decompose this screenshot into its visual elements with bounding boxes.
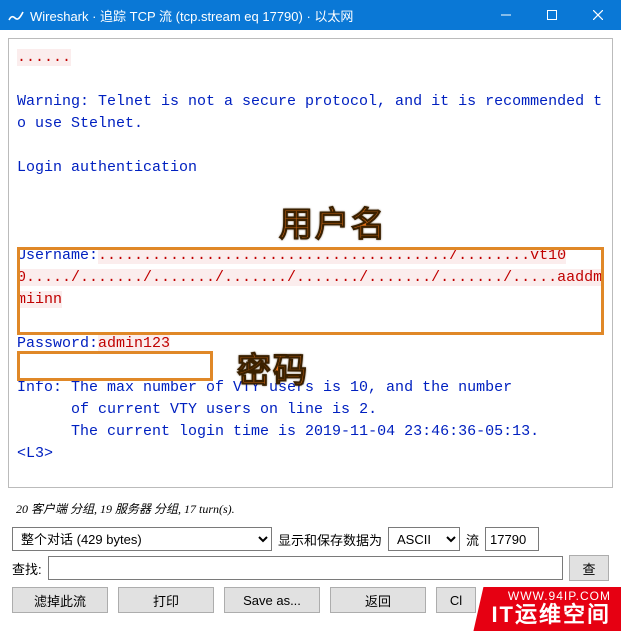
packet-stats: 20 客户端 分组, 19 服务器 分组, 17 turn(s). bbox=[12, 496, 609, 523]
filter-out-stream-button[interactable]: 滤掉此流 bbox=[12, 587, 108, 613]
wireshark-icon bbox=[8, 7, 24, 23]
row-conversation: 整个对话 (429 bytes) 显示和保存数据为 ASCII 流 bbox=[12, 527, 609, 551]
watermark-title: IT运维空间 bbox=[491, 603, 611, 627]
encoding-select[interactable]: ASCII bbox=[388, 527, 460, 551]
window-buttons bbox=[483, 0, 621, 30]
maximize-button[interactable] bbox=[529, 0, 575, 30]
info-line3: The current login time is 2019-11-04 23:… bbox=[17, 423, 539, 440]
close-button[interactable] bbox=[575, 0, 621, 30]
username-label: Username: bbox=[17, 247, 98, 264]
display-save-label: 显示和保存数据为 bbox=[278, 530, 382, 549]
save-as-button[interactable]: Save as... bbox=[224, 587, 320, 613]
password-label: Password: bbox=[17, 335, 98, 352]
row-find: 查找: 查 bbox=[12, 555, 609, 581]
stream-dots: ...... bbox=[17, 49, 71, 66]
conversation-select[interactable]: 整个对话 (429 bytes) bbox=[12, 527, 272, 551]
print-button[interactable]: 打印 bbox=[118, 587, 214, 613]
annotation-label-username: 用户名 bbox=[279, 197, 387, 246]
find-button[interactable]: 查 bbox=[569, 555, 609, 581]
username-dots: ......................................./… bbox=[98, 247, 530, 264]
stream-login-auth: Login authentication bbox=[17, 159, 197, 176]
window-title: Wireshark · 追踪 TCP 流 (tcp.stream eq 1779… bbox=[30, 6, 483, 25]
find-input[interactable] bbox=[48, 556, 563, 580]
title-bar: Wireshark · 追踪 TCP 流 (tcp.stream eq 1779… bbox=[0, 0, 621, 30]
prompt: <L3> bbox=[17, 445, 53, 462]
stream-warning: Warning: Telnet is not a secure protocol… bbox=[17, 93, 602, 132]
find-label: 查找: bbox=[12, 559, 42, 578]
watermark: WWW.94IP.COM IT运维空间 bbox=[473, 587, 621, 631]
back-button[interactable]: 返回 bbox=[330, 587, 426, 613]
stream-number-input[interactable] bbox=[485, 527, 539, 551]
stream-content-panel: ...... Warning: Telnet is not a secure p… bbox=[8, 38, 613, 488]
watermark-url: WWW.94IP.COM bbox=[491, 589, 611, 603]
annotation-label-password: 密码 bbox=[237, 343, 309, 392]
info-line2: of current VTY users on line is 2. bbox=[17, 401, 377, 418]
username-dots2: ...../......./......./......./......./..… bbox=[26, 269, 557, 286]
close-dialog-button[interactable]: Cl bbox=[436, 587, 476, 613]
tcp-stream-text[interactable]: ...... Warning: Telnet is not a secure p… bbox=[17, 47, 604, 465]
password-value: admin123 bbox=[98, 335, 170, 352]
stream-label: 流 bbox=[466, 530, 479, 549]
minimize-button[interactable] bbox=[483, 0, 529, 30]
